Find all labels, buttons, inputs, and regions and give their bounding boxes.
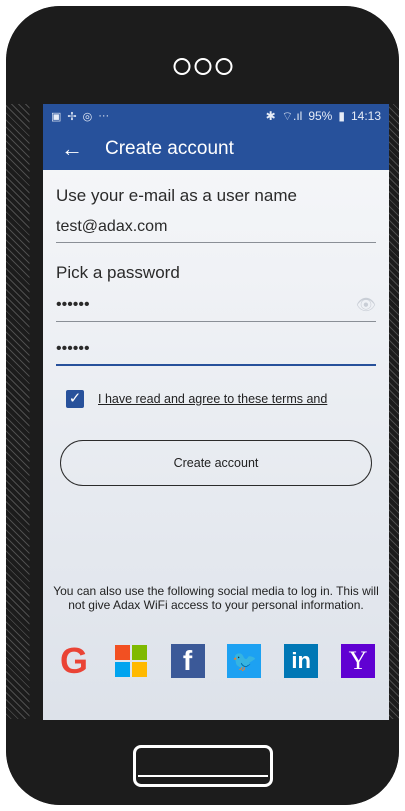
email-field[interactable]: test@adax.com [56,218,376,243]
twitter-login-button[interactable]: 🐦 [227,644,262,678]
twitter-icon: 🐦 [231,650,257,673]
create-account-form: Use your e-mail as a user name test@adax… [43,170,389,486]
back-arrow-icon[interactable]: ← [61,136,89,162]
home-button[interactable] [132,745,273,787]
confirm-password-field[interactable]: •••••• [56,340,376,366]
page-title: Create account [105,138,234,159]
battery-percent: 95% [308,109,333,123]
settings-icon: ✢ [67,110,77,123]
terms-link[interactable]: I have read and agree to these terms and [98,392,327,406]
battery-icon: ▮ [338,109,345,123]
google-icon: G [59,640,88,681]
linkedin-icon: in [291,648,311,673]
phone-screen: ▣ ✢ ◎ ··· ✱ ⌔.ıl 95% ▮ 14:13 ← Create ac… [43,104,389,720]
clock: 14:13 [350,109,381,123]
email-label: Use your e-mail as a user name [56,186,297,205]
facebook-icon: f [182,645,193,676]
facebook-login-button[interactable]: f [170,644,205,678]
microsoft-icon [114,645,147,677]
password-value: •••••• [56,296,90,313]
social-login-note: You can also use the following social me… [53,584,379,612]
show-password-icon[interactable]: 👁 [356,295,376,315]
phone-top-bezel [6,6,399,104]
status-bar: ▣ ✢ ◎ ··· ✱ ⌔.ıl 95% ▮ 14:13 [43,104,389,128]
create-account-button[interactable]: Create account [60,440,372,486]
app-bar: ← Create account [43,128,389,170]
yahoo-login-button[interactable]: Y [340,644,375,678]
confirm-password-value: •••••• [56,340,90,357]
image-icon: ▣ [51,110,62,123]
linkedin-login-button[interactable]: in [284,644,319,678]
yahoo-icon: Y [348,646,368,675]
terms-checkbox[interactable]: ✓ [66,390,84,408]
email-value: test@adax.com [56,218,168,235]
camera-dot [215,58,232,75]
camera-dot [194,58,211,75]
terms-row: ✓ I have read and agree to these terms a… [56,390,376,408]
camera-dots [173,58,232,75]
signal-icon: ⌔.ıl [281,108,303,123]
more-icon: ··· [98,110,110,122]
social-login-row: G f 🐦 in Y [57,640,375,681]
phone-bottom-bezel [6,719,399,805]
microsoft-login-button[interactable] [114,644,148,678]
instagram-icon: ◎ [82,110,93,123]
password-label: Pick a password [56,263,180,282]
bluetooth-icon: ✱ [265,109,276,123]
password-field[interactable]: •••••• 👁 [56,295,376,322]
google-login-button[interactable]: G [57,640,91,681]
camera-dot [173,58,190,75]
